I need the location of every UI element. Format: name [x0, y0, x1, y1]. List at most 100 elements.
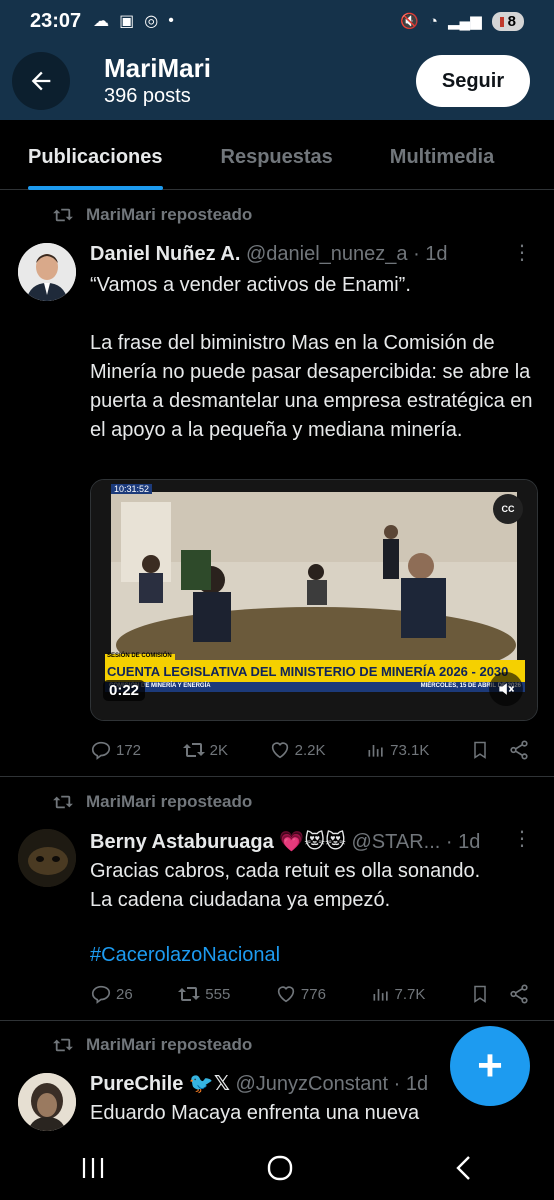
follow-button[interactable]: Seguir [416, 55, 530, 107]
save-share-group [470, 739, 530, 761]
profile-post-count: 396 posts [104, 85, 191, 107]
share-icon[interactable] [508, 739, 530, 761]
video-banner: CUENTA LEGISLATIVA DEL MINISTERIO DE MIN… [107, 664, 509, 679]
repost-count: 555 [205, 985, 231, 1003]
dot-icon: • [168, 12, 174, 29]
views-count: 73.1K [390, 741, 430, 759]
like-count: 2.2K [294, 741, 326, 759]
avatar[interactable] [18, 243, 76, 301]
author-handle: @daniel_nunez_a [245, 243, 408, 265]
views-icon [368, 745, 383, 757]
repost-icon [53, 208, 73, 222]
views-icon [373, 989, 388, 1001]
post-time: · 1d [445, 831, 481, 853]
repost-indicator: MariMari reposteado [52, 792, 252, 812]
plus-icon: + [477, 1041, 503, 1090]
repost-label: MariMari reposteado [86, 792, 253, 811]
repost-button[interactable]: 555 [177, 984, 230, 1004]
post-item[interactable]: MariMari reposteado Berny Astaburuaga 💗😻… [0, 777, 554, 1021]
post-time: · 1d [413, 243, 448, 265]
post-text: “Vamos a vender activos de Enami”. La fr… [90, 274, 533, 441]
status-notification-icons: ☁ ▣ ◎ • [93, 11, 174, 31]
reply-icon [91, 741, 111, 760]
post-item[interactable]: MariMari reposteado Daniel Nuñez A. @dan… [0, 191, 554, 777]
views-count: 7.7K [394, 985, 426, 1003]
screenshot-icon: ▣ [119, 13, 135, 30]
post-actions: 26 555 776 7.7K [90, 983, 530, 1005]
author-handle: @STAR... [351, 831, 441, 853]
status-time: 23:07 [30, 9, 82, 32]
post-author: Daniel Nuñez A. @daniel_nunez_a · 1d [90, 243, 448, 266]
more-options-icon[interactable]: ⋮ [512, 829, 532, 849]
video-player[interactable]: 10:31:52 SESIÓN DE COMISIÓN CUENTA LEGIS… [90, 479, 538, 721]
reply-button[interactable]: 26 [90, 983, 133, 1005]
status-bar: 23:07 ☁ ▣ ◎ • 🔇 ◔ ▂▄▆ 8 [0, 0, 554, 42]
cc-button[interactable]: CC [493, 494, 523, 524]
author-name[interactable]: Daniel Nuñez A. [90, 243, 240, 265]
author-name[interactable]: Berny Astaburuaga 💗😻😻 [90, 831, 346, 853]
video-banner-small: SESIÓN DE COMISIÓN [107, 653, 172, 659]
mute-video-button[interactable] [489, 672, 523, 706]
video-duration: 0:22 [103, 680, 146, 701]
reply-count: 26 [116, 985, 133, 1003]
repost-count: 2K [209, 741, 229, 759]
bookmark-icon[interactable] [470, 739, 490, 761]
repost-label: MariMari reposteado [86, 1035, 253, 1054]
repost-indicator: MariMari reposteado [52, 205, 252, 225]
avatar[interactable] [18, 829, 76, 887]
repost-icon [182, 743, 205, 757]
profile-name: MariMari [104, 53, 211, 83]
like-button[interactable]: 2.2K [269, 739, 326, 761]
signal-icon: ▂▄▆ [447, 13, 482, 30]
avatar[interactable] [18, 1073, 76, 1131]
post-text: Gracias cabros, cada retuit es olla sona… [90, 860, 481, 911]
more-options-icon[interactable]: ⋮ [512, 243, 532, 263]
system-nav-bar [0, 1136, 554, 1200]
avatar-image [18, 829, 76, 887]
compose-button[interactable]: + [450, 1026, 530, 1106]
back-nav-icon[interactable] [454, 1155, 474, 1181]
views-button[interactable]: 7.7K [371, 984, 426, 1004]
profile-header: MariMari 396 posts Seguir [0, 42, 554, 120]
like-button[interactable]: 776 [275, 983, 326, 1005]
repost-icon [53, 1038, 73, 1052]
home-icon[interactable] [266, 1154, 294, 1182]
avatar-image [18, 1073, 76, 1131]
bookmark-icon[interactable] [470, 983, 490, 1005]
post-actions: 172 2K 2.2K 73.1K [90, 739, 530, 761]
repost-button[interactable]: 2K [182, 740, 228, 760]
avatar-image [18, 243, 76, 301]
repost-icon [53, 795, 73, 809]
cloud-icon: ☁ [93, 13, 110, 30]
speaker-muted-icon [499, 683, 515, 695]
back-button[interactable] [12, 52, 70, 110]
reply-button[interactable]: 172 [90, 739, 141, 761]
save-share-group [470, 983, 530, 1005]
heart-icon [271, 742, 288, 759]
mute-icon: 🔇 [400, 13, 419, 30]
profile-title: MariMari 396 posts [104, 53, 211, 109]
instagram-icon: ◎ [144, 13, 159, 30]
post-time: · 1d [393, 1073, 429, 1095]
reply-icon [91, 985, 111, 1004]
profile-tabs: Publicaciones Respuestas Multimedia [0, 120, 554, 190]
battery-indicator: 8 [491, 11, 524, 31]
repost-icon [178, 987, 201, 1001]
recent-apps-icon[interactable] [80, 1156, 106, 1180]
reply-count: 172 [116, 741, 142, 759]
arrow-left-icon [31, 71, 51, 91]
video-timestamp: 10:31:52 [111, 484, 153, 494]
author-handle: @JunyzConstant [235, 1073, 389, 1095]
heart-icon [277, 986, 295, 1003]
views-button[interactable]: 73.1K [366, 740, 429, 760]
repost-label: MariMari reposteado [86, 205, 253, 224]
post-author: Berny Astaburuaga 💗😻😻 @STAR... · 1d [90, 829, 480, 854]
author-name[interactable]: PureChile 🐦𝕏 [90, 1073, 230, 1095]
repost-indicator: MariMari reposteado [52, 1035, 252, 1055]
post-text: Eduardo Macaya enfrenta una nueva [90, 1102, 420, 1124]
post-author: PureChile 🐦𝕏 @JunyzConstant · 1d [90, 1071, 428, 1096]
wifi-icon: ◔ [428, 12, 438, 30]
like-count: 776 [300, 985, 326, 1003]
post-hashtag[interactable]: #CacerolazoNacional [90, 941, 540, 970]
share-icon[interactable] [508, 983, 530, 1005]
